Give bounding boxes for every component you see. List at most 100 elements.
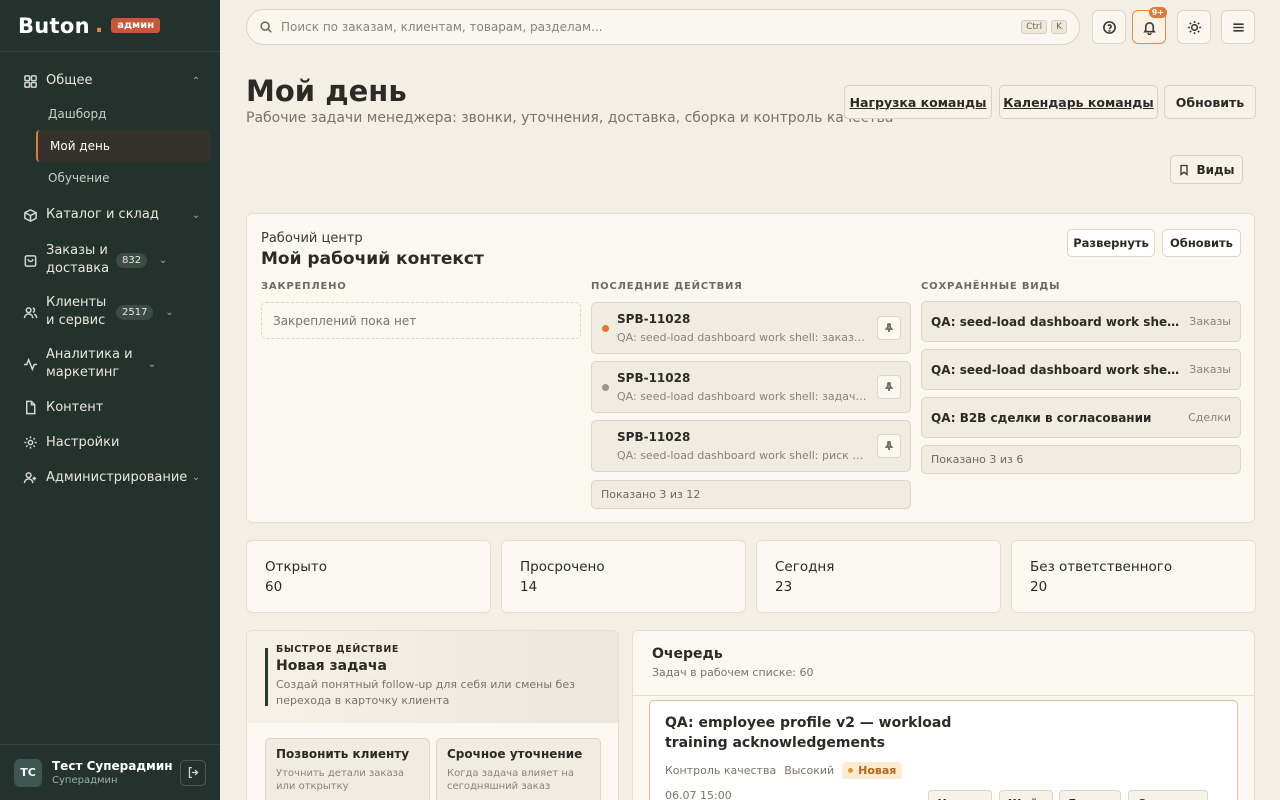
main-content: Поиск по заказам, клиентам, товарам, раз… xyxy=(220,0,1280,800)
theme-toggle-button[interactable] xyxy=(1177,10,1211,44)
pin-icon xyxy=(884,382,894,391)
menu-button[interactable] xyxy=(1221,10,1255,44)
pin-icon xyxy=(884,441,894,450)
task-cancel-button[interactable]: Отменить xyxy=(1128,790,1208,800)
quick-template-urgent[interactable]: Срочное уточнение Когда задача влияет на… xyxy=(436,738,601,800)
sidebar-section-content[interactable]: Контент xyxy=(0,390,220,425)
refresh-button[interactable]: Обновить xyxy=(1164,85,1256,119)
saved-view-title: QA: seed-load dashboard work shell: сроч… xyxy=(931,314,1180,329)
notifications-button[interactable]: 9+ xyxy=(1132,7,1167,44)
stat-card-overdue[interactable]: Просрочено 14 xyxy=(501,540,746,613)
team-calendar-button[interactable]: Календарь команды xyxy=(999,85,1158,119)
sidebar-section-label: Аналитика и маркетинг xyxy=(46,347,133,380)
stat-card-unassigned[interactable]: Без ответственного 20 xyxy=(1011,540,1256,613)
brand-logo[interactable]: Buton xyxy=(18,14,90,38)
sidebar-item-my-day[interactable]: Мой день xyxy=(36,130,210,162)
views-button[interactable]: Виды xyxy=(1170,155,1243,184)
status-dot xyxy=(602,325,609,332)
brand-dot: . xyxy=(94,12,104,38)
sidebar-section-admin[interactable]: Администрирование ⌄ xyxy=(0,460,220,495)
users-icon xyxy=(22,304,38,320)
pin-icon xyxy=(884,323,894,332)
task-wait-button[interactable]: Ждёт xyxy=(999,790,1053,800)
sidebar-section-analytics[interactable]: Аналитика и маркетинг ⌄ xyxy=(0,338,220,390)
panel-title: Мой рабочий контекст xyxy=(261,249,484,269)
saved-view-title: QA: B2B сделки в согласовании xyxy=(931,410,1152,425)
file-icon xyxy=(22,400,38,416)
recent-action-item[interactable]: SPB-11028 QA: seed-load dashboard work s… xyxy=(591,420,911,472)
sidebar-section-clients[interactable]: Клиенты и сервис 2517 ⌄ xyxy=(0,286,220,338)
sidebar-item-dashboard[interactable]: Дашборд xyxy=(36,98,210,130)
bell-icon xyxy=(1142,21,1156,35)
task-start-button[interactable]: Начать xyxy=(928,790,992,800)
recent-heading: ПОСЛЕДНИЕ ДЕЙСТВИЯ xyxy=(591,281,743,292)
help-button[interactable] xyxy=(1092,10,1126,44)
saved-view-item[interactable]: QA: B2B сделки в согласовании Сделки xyxy=(921,397,1241,438)
quick-action-kicker: БЫСТРОЕ ДЕЙСТВИЕ xyxy=(276,644,400,655)
sun-icon xyxy=(1187,20,1201,34)
avatar[interactable]: ТС xyxy=(14,758,42,787)
stat-value: 20 xyxy=(1030,579,1048,595)
brand: Buton . админ xyxy=(0,0,220,52)
count-badge: 832 xyxy=(116,252,148,268)
task-card[interactable]: QA: employee profile v2 — workload train… xyxy=(649,700,1238,800)
recent-action-item[interactable]: SPB-11028 QA: seed-load dashboard work s… xyxy=(591,361,911,413)
recent-shown-count[interactable]: Показано 3 из 12 xyxy=(591,480,911,509)
order-code: SPB-11028 xyxy=(617,371,691,385)
stat-label: Открыто xyxy=(265,559,327,575)
pulse-icon xyxy=(22,356,38,372)
views-button-label: Виды xyxy=(1196,162,1235,177)
quick-template-call[interactable]: Позвонить клиенту Уточнить детали заказа… xyxy=(265,738,430,800)
saved-view-kind: Заказы xyxy=(1189,363,1231,376)
stat-value: 23 xyxy=(775,579,793,595)
saved-view-item[interactable]: QA: seed-load dashboard work shell: сроч… xyxy=(921,301,1241,342)
stat-card-today[interactable]: Сегодня 23 xyxy=(756,540,1001,613)
sidebar-section-general[interactable]: Общее ⌃ xyxy=(0,64,220,98)
search-input[interactable]: Поиск по заказам, клиентам, товарам, раз… xyxy=(246,9,1080,45)
logout-button[interactable] xyxy=(180,759,206,786)
template-title: Позвонить клиенту xyxy=(276,747,410,761)
panel-refresh-button[interactable]: Обновить xyxy=(1162,229,1241,257)
queue-title: Очередь xyxy=(652,646,723,662)
order-code: SPB-11028 xyxy=(617,430,691,444)
order-code: SPB-11028 xyxy=(617,312,691,326)
status-dot xyxy=(602,384,609,391)
team-load-button[interactable]: Нагрузка команды xyxy=(844,85,992,119)
sidebar-item-training[interactable]: Обучение xyxy=(36,162,210,194)
task-title: QA: employee profile v2 — workload train… xyxy=(665,715,952,751)
sidebar-nav: Общее ⌃ Дашборд Мой день Обучение Катало… xyxy=(0,52,220,495)
sidebar-section-orders[interactable]: Заказы и доставка 832 ⌄ xyxy=(0,234,220,286)
sidebar-section-label: Каталог и склад xyxy=(46,207,159,222)
views-shown-count[interactable]: Показано 3 из 6 xyxy=(921,445,1241,474)
sidebar-section-catalog[interactable]: Каталог и склад ⌄ xyxy=(0,196,220,234)
logout-icon xyxy=(188,766,198,779)
count-badge: 2517 xyxy=(116,304,154,320)
recent-action-item[interactable]: SPB-11028 QA: seed-load dashboard work s… xyxy=(591,302,911,354)
template-description: Уточнить детали заказа или открытку xyxy=(276,768,405,792)
sidebar-section-label: Заказы и доставка xyxy=(46,243,110,276)
stat-value: 60 xyxy=(265,579,283,595)
action-description: QA: seed-load dashboard work shell: зада… xyxy=(617,390,867,403)
pin-button[interactable] xyxy=(877,434,901,458)
sidebar-section-label: Контент xyxy=(46,399,104,415)
grid-icon xyxy=(22,73,38,89)
pin-button[interactable] xyxy=(877,316,901,340)
divider xyxy=(633,695,1254,696)
page-title: Мой день xyxy=(246,74,407,108)
task-done-button[interactable]: Готово xyxy=(1059,790,1121,800)
saved-view-item[interactable]: QA: seed-load dashboard work shell: сроч… xyxy=(921,349,1241,390)
chevron-down-icon: ⌄ xyxy=(147,358,157,370)
chevron-down-icon: ⌄ xyxy=(191,472,201,483)
pin-button[interactable] xyxy=(877,375,901,399)
search-placeholder: Поиск по заказам, клиентам, товарам, раз… xyxy=(281,20,603,34)
sidebar-section-settings[interactable]: Настройки xyxy=(0,425,220,460)
stat-card-open[interactable]: Открыто 60 xyxy=(246,540,491,613)
quick-action-panel: БЫСТРОЕ ДЕЙСТВИЕ Новая задача Создай пон… xyxy=(246,630,619,800)
page-subtitle: Рабочие задачи менеджера: звонки, уточне… xyxy=(246,110,894,126)
saved-views-heading: СОХРАНЁННЫЕ ВИДЫ xyxy=(921,281,1061,292)
task-category: Контроль качества xyxy=(665,764,777,777)
chevron-down-icon: ⌄ xyxy=(191,209,201,221)
expand-button[interactable]: Развернуть xyxy=(1067,229,1155,257)
search-icon xyxy=(260,21,272,33)
user-role: Суперадмин xyxy=(52,775,118,786)
